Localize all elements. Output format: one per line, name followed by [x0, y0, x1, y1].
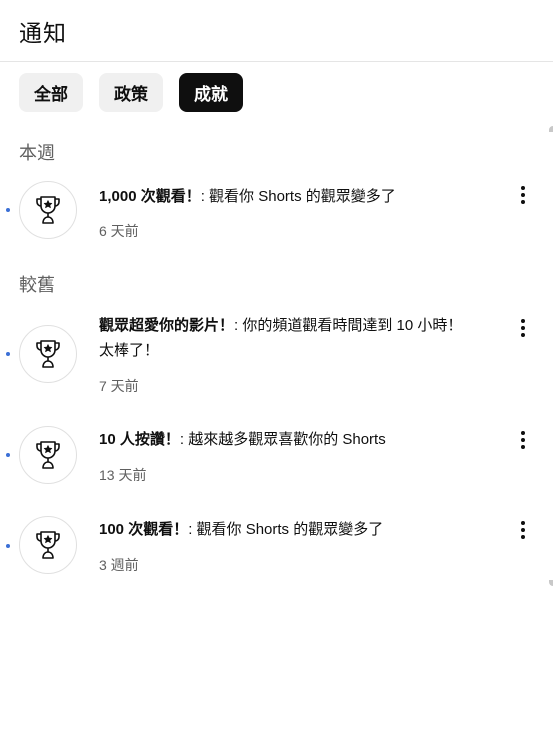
scrollbar-top[interactable]	[549, 126, 553, 132]
notification-time: 6 天前	[99, 223, 139, 239]
notification-time: 13 天前	[99, 467, 147, 483]
notification-text: 10 人按讚！: 越來越多觀眾喜歡你的 Shorts	[99, 427, 469, 452]
chip-policy[interactable]: 政策	[99, 73, 163, 112]
filter-chips: 全部 政策 成就	[0, 62, 553, 114]
notification-title: 1,000 次觀看！	[99, 188, 201, 205]
more-options-icon[interactable]	[512, 315, 534, 341]
trophy-icon	[19, 325, 77, 383]
notification-item[interactable]: 10 人按讚！: 越來越多觀眾喜歡你的 Shorts 13 天前	[0, 425, 553, 487]
notification-title: 觀眾超愛你的影片！	[99, 317, 235, 334]
unread-dot	[6, 453, 10, 457]
notification-item[interactable]: 100 次觀看！: 觀看你 Shorts 的觀眾變多了 3 週前	[0, 515, 553, 577]
panel-title: 通知	[19, 19, 67, 46]
notification-message: : 越來越多觀眾喜歡你的 Shorts	[179, 431, 386, 448]
notification-message: : 觀看你 Shorts 的觀眾變多了	[200, 188, 396, 205]
panel-header: 通知	[0, 0, 553, 62]
scrollbar-bottom[interactable]	[549, 580, 553, 586]
unread-dot	[6, 544, 10, 548]
trophy-icon	[19, 181, 77, 239]
section-title-older: 較舊	[19, 275, 55, 295]
notification-text: 1,000 次觀看！: 觀看你 Shorts 的觀眾變多了	[99, 184, 469, 209]
notification-time: 3 週前	[99, 557, 139, 573]
chip-achievements[interactable]: 成就	[179, 73, 243, 112]
notification-text: 觀眾超愛你的影片！: 你的頻道觀看時間達到 10 小時！太棒了！	[99, 313, 469, 363]
more-options-icon[interactable]	[512, 517, 534, 543]
notification-time: 7 天前	[99, 378, 139, 394]
more-options-icon[interactable]	[512, 427, 534, 453]
notification-title: 100 次觀看！	[99, 521, 189, 538]
trophy-icon	[19, 516, 77, 574]
more-options-icon[interactable]	[512, 182, 534, 208]
notification-text: 100 次觀看！: 觀看你 Shorts 的觀眾變多了	[99, 517, 469, 542]
trophy-icon	[19, 426, 77, 484]
unread-dot	[6, 208, 10, 212]
notifications-panel: 通知 全部 政策 成就 本週 1,000 次觀看！: 觀看你 Shorts 的觀…	[0, 0, 553, 746]
notification-message: : 觀看你 Shorts 的觀眾變多了	[188, 521, 384, 538]
notification-item[interactable]: 觀眾超愛你的影片！: 你的頻道觀看時間達到 10 小時！太棒了！ 7 天前	[0, 313, 553, 394]
chip-all[interactable]: 全部	[19, 73, 83, 112]
notification-item[interactable]: 1,000 次觀看！: 觀看你 Shorts 的觀眾變多了 6 天前	[0, 180, 553, 242]
unread-dot	[6, 352, 10, 356]
notification-title: 10 人按讚！	[99, 431, 180, 448]
section-title-this-week: 本週	[19, 143, 55, 163]
